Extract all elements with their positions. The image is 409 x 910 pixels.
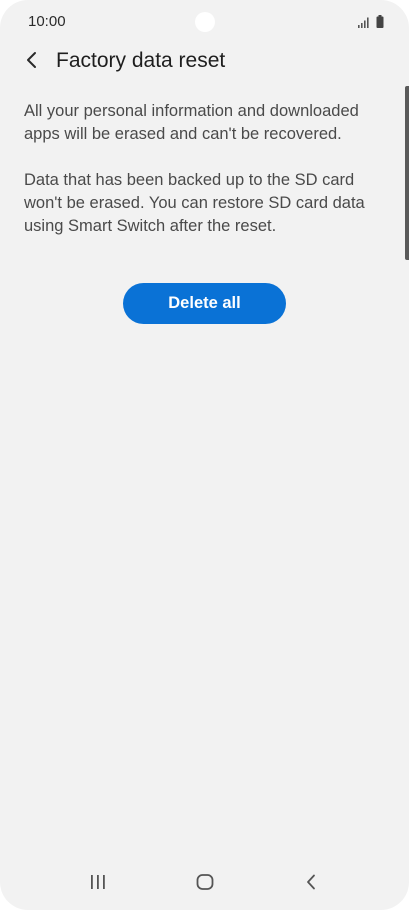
nav-back-button[interactable] — [296, 872, 326, 896]
home-button[interactable] — [190, 872, 220, 896]
back-icon — [305, 874, 317, 895]
status-time: 10:00 — [28, 13, 66, 30]
home-icon — [196, 873, 214, 895]
status-bar: 10:00 — [0, 0, 409, 44]
app-header: Factory data reset — [0, 40, 409, 84]
chevron-left-icon — [25, 51, 39, 74]
back-button[interactable] — [16, 46, 48, 78]
signal-icon — [358, 17, 370, 28]
recent-apps-button[interactable] — [83, 872, 113, 896]
status-icons — [358, 14, 384, 28]
sd-card-info-text: Data that has been backed up to the SD c… — [24, 171, 365, 235]
navigation-bar — [0, 862, 409, 910]
delete-all-button[interactable]: Delete all — [123, 283, 286, 324]
page-title: Factory data reset — [56, 49, 226, 72]
phone-screen: 10:00 Factory data reset All your person… — [0, 0, 409, 910]
recent-apps-icon — [90, 874, 106, 894]
battery-icon — [376, 15, 384, 28]
content-area: All your personal information and downlo… — [24, 100, 381, 238]
erase-warning-text: All your personal information and downlo… — [24, 102, 359, 143]
camera-cutout — [195, 12, 215, 32]
scroll-indicator[interactable] — [405, 86, 409, 260]
